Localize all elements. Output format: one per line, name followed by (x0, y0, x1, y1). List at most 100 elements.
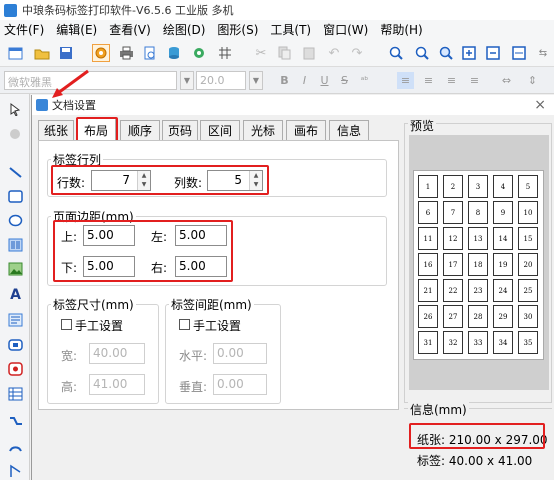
preview-label-cell: 19 (493, 253, 513, 276)
paste-icon[interactable] (300, 44, 318, 62)
tab-range[interactable]: 区间 (200, 120, 240, 140)
align-left-icon[interactable]: ≡ (397, 72, 414, 89)
tab-page-number[interactable]: 页码 (162, 120, 198, 140)
table-tool-icon[interactable] (7, 385, 24, 402)
zoom-in-icon[interactable] (387, 44, 405, 62)
curve-tool-icon[interactable] (7, 412, 24, 429)
left-toolbox: A (0, 94, 30, 480)
tab-cursor[interactable]: 光标 (243, 120, 283, 140)
copy-icon[interactable] (275, 44, 293, 62)
preview-label-cell: 1 (418, 175, 438, 198)
more-tools-icon[interactable]: ⇆ (534, 44, 552, 62)
superscript-icon[interactable]: ᵃᵇ (356, 72, 373, 89)
zoom-out-icon[interactable] (413, 44, 431, 62)
open-folder-icon[interactable] (33, 44, 51, 62)
justify-icon[interactable]: ≡ (466, 72, 483, 89)
preview-label-cell: 4 (493, 175, 513, 198)
grid-icon[interactable] (216, 44, 234, 62)
gap-horizontal-label: 水平: (179, 349, 208, 363)
save-icon[interactable] (57, 44, 75, 62)
gap-vertical-input[interactable]: 0.00 (213, 374, 267, 395)
zoom-page-icon[interactable] (460, 44, 478, 62)
undo-icon[interactable]: ↶ (325, 44, 343, 62)
actual-size-icon[interactable] (484, 44, 502, 62)
font-size-select[interactable]: 20.0 (196, 71, 246, 90)
preview-label-cell: 21 (418, 279, 438, 302)
dialog-gear-icon (36, 99, 48, 111)
preview-label-cell: 30 (518, 305, 538, 328)
align-right-icon[interactable]: ≡ (443, 72, 460, 89)
text-tool-icon[interactable]: A (7, 286, 24, 303)
serial-number-tool-icon[interactable] (7, 336, 24, 353)
margins-highlight (53, 220, 233, 282)
polyline-tool-icon[interactable] (7, 462, 24, 479)
preview-label-cell: 2 (443, 175, 463, 198)
label-width-input[interactable]: 40.00 (89, 343, 145, 364)
preview-label-cell: 12 (443, 227, 463, 250)
fit-width-icon[interactable] (510, 44, 528, 62)
font-name-select[interactable]: 微软雅黑 (4, 71, 177, 90)
gap-horizontal-input[interactable]: 0.00 (213, 343, 267, 364)
font-size-dropdown-icon[interactable]: ▼ (249, 71, 263, 90)
label-gap-manual-checkbox[interactable] (179, 319, 190, 330)
database-icon[interactable] (165, 44, 183, 62)
preview-label-cell: 13 (468, 227, 488, 250)
tab-info[interactable]: 信息 (329, 120, 369, 140)
menu-bar: 文件(F) 编辑(E) 查看(V) 绘图(D) 图形(S) 工具(T) 窗口(W… (0, 20, 554, 39)
multiline-text-tool-icon[interactable] (7, 311, 24, 328)
close-icon[interactable]: × (534, 97, 546, 113)
italic-icon[interactable]: I (296, 72, 313, 89)
label-size-manual-checkbox[interactable] (61, 319, 72, 330)
underline-icon[interactable]: U (316, 72, 333, 89)
barcode-tool-icon[interactable] (7, 236, 24, 253)
label-size-legend: 标签尺寸(mm) (51, 296, 136, 313)
preview-label-cell: 32 (443, 331, 463, 354)
rfid-tool-icon[interactable] (7, 360, 24, 377)
menu-edit[interactable]: 编辑(E) (56, 21, 97, 38)
select-pointer-icon[interactable] (7, 101, 24, 118)
label-height-input[interactable]: 41.00 (89, 374, 145, 395)
preview-label-cell: 17 (443, 253, 463, 276)
preview-label-cell: 16 (418, 253, 438, 276)
app-logo-icon (4, 3, 17, 17)
label-gap-legend: 标签间距(mm) (169, 296, 254, 313)
tab-paper[interactable]: 纸张 (38, 120, 74, 140)
image-tool-icon[interactable] (7, 260, 24, 277)
preview-label-cell: 7 (443, 201, 463, 224)
layout-panel: 标签行列 行数: 7 ▲ ▼ 列数: 5 ▲ ▼ 页面边距(mm) 上: 5.00 … (38, 140, 399, 410)
letter-spacing-icon[interactable]: ⇔ (498, 72, 515, 89)
batch-icon[interactable] (190, 44, 208, 62)
new-document-icon[interactable] (6, 44, 24, 62)
menu-shape[interactable]: 图形(S) (217, 21, 258, 38)
menu-draw[interactable]: 绘图(D) (163, 21, 206, 38)
menu-help[interactable]: 帮助(H) (380, 21, 422, 38)
pan-tool-icon[interactable] (7, 126, 24, 143)
preview-label-cell: 24 (493, 279, 513, 302)
cut-icon[interactable]: ✂ (252, 44, 270, 62)
menu-window[interactable]: 窗口(W) (323, 21, 368, 38)
document-settings-dialog: 文档设置 × 纸张 布局 顺序 页码 区间 光标 画布 信息 标签行列 行数: … (31, 95, 554, 480)
layout-tab-highlight (76, 117, 118, 142)
preview-label-cell: 23 (468, 279, 488, 302)
document-settings-gear-icon[interactable] (92, 44, 110, 62)
ellipse-tool-icon[interactable] (7, 212, 24, 229)
zoom-fit-icon[interactable] (437, 44, 455, 62)
redo-icon[interactable]: ↷ (348, 44, 366, 62)
menu-view[interactable]: 查看(V) (109, 21, 151, 38)
arc-tool-icon[interactable] (7, 437, 24, 454)
align-center-icon[interactable]: ≡ (420, 72, 437, 89)
line-spacing-icon[interactable]: ⇕ (524, 72, 541, 89)
app-title: 中琅条码标签打印软件-V6.5.6 工业版 多机 (22, 4, 234, 17)
menu-file[interactable]: 文件(F) (4, 21, 44, 38)
dialog-title-bar: 文档设置 (32, 95, 554, 115)
tab-canvas[interactable]: 画布 (286, 120, 326, 140)
print-preview-icon[interactable] (141, 44, 159, 62)
menu-tools[interactable]: 工具(T) (270, 21, 311, 38)
font-name-dropdown-icon[interactable]: ▼ (180, 71, 194, 90)
print-icon[interactable] (117, 44, 135, 62)
line-tool-icon[interactable] (7, 164, 24, 181)
tab-order[interactable]: 顺序 (120, 120, 160, 140)
rectangle-tool-icon[interactable] (7, 188, 24, 205)
bold-icon[interactable]: B (276, 72, 293, 89)
strikethrough-icon[interactable]: S (336, 72, 353, 89)
